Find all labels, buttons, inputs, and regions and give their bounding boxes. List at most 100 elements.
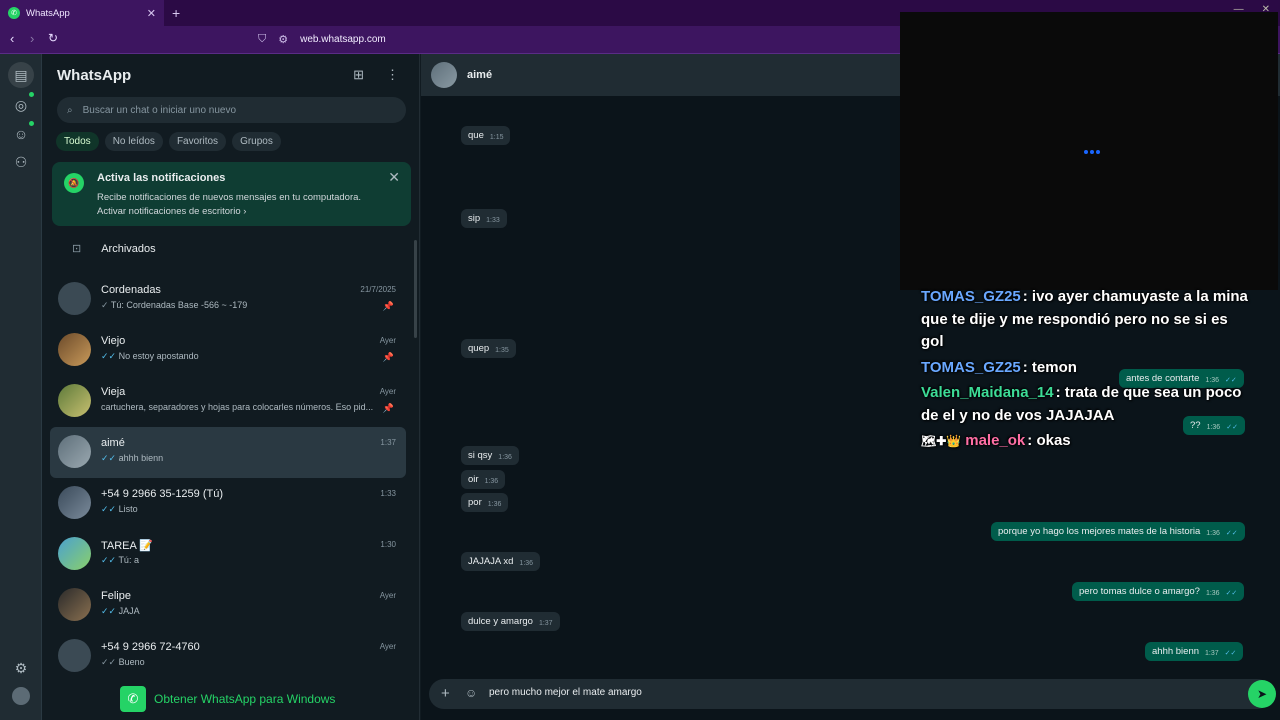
app-title: WhatsApp — [57, 67, 132, 84]
message-in[interactable]: dulce y amargo 1:37 — [461, 612, 560, 631]
contact-name: aimé — [467, 69, 493, 81]
filter-no-leidos[interactable]: No leídos — [104, 132, 163, 151]
avatar — [58, 435, 91, 468]
send-icon: ➤ — [1256, 687, 1268, 701]
attach-icon[interactable]: + — [441, 685, 450, 702]
back-icon[interactable]: ‹ — [10, 31, 14, 46]
forward-icon[interactable]: › — [30, 31, 34, 46]
chat-time: 21/7/2025 — [360, 285, 396, 294]
close-tab-icon[interactable]: ✕ — [147, 7, 156, 20]
chat-preview: ✓✓ ahhh bienn — [101, 453, 164, 463]
contact-avatar[interactable] — [431, 62, 457, 88]
chat-preview: ✓✓ No estoy apostando — [101, 351, 199, 361]
chat-row-self[interactable]: +54 9 2966 35-1259 (Tú) ✓✓ Listo 1:33 — [50, 478, 406, 529]
message-out[interactable]: ahhh bienn 1:37 ✓✓ — [1145, 642, 1244, 661]
enable-notifications-link[interactable]: Activar notificaciones de escritorio › — [97, 206, 246, 217]
chat-row-viejo[interactable]: Viejo ✓✓ No estoy apostando Ayer 📌 — [50, 325, 406, 376]
message-out[interactable]: pero tomas dulce o amargo? 1:36 ✓✓ — [1072, 582, 1245, 601]
chat-row-tarea[interactable]: TAREA 📝 ✓✓ Tú: a 1:30 — [50, 529, 406, 580]
notification-banner: 🔕 Activa las notificaciones Recibe notif… — [52, 162, 411, 226]
whatsapp-logo-icon: ✆ — [8, 7, 20, 19]
search-input[interactable] — [82, 104, 363, 116]
message-in[interactable]: sip 1:33 — [461, 209, 507, 228]
bell-off-icon: 🔕 — [64, 173, 84, 193]
avatar — [58, 486, 91, 519]
browser-tab-whatsapp[interactable]: ✆ WhatsApp ✕ — [0, 0, 164, 26]
message-in[interactable]: oir 1:36 — [461, 470, 506, 489]
chat-sidebar: WhatsApp ⊞ ⋮ ⌕ Todos No leídos Favoritos… — [42, 54, 420, 720]
notification-title: Activa las notificaciones — [97, 172, 226, 184]
chat-name: Viejo — [101, 335, 126, 347]
pin-icon: 📌 — [382, 301, 394, 311]
new-tab-icon[interactable]: + — [172, 5, 180, 21]
message-input[interactable]: pero mucho mejor el mate amargo — [489, 687, 642, 698]
chat-preview: cartuchera, separadores y hojas para col… — [101, 402, 374, 412]
filter-grupos[interactable]: Grupos — [232, 132, 281, 151]
read-ticks-icon: ✓✓ — [1224, 650, 1237, 657]
message-composer: + ☺ pero mucho mejor el mate amargo ➤ — [421, 674, 1280, 714]
chat-time: 1:30 — [380, 540, 396, 549]
chat-time: Ayer — [379, 387, 396, 396]
filter-todos[interactable]: Todos — [56, 132, 99, 151]
avatar — [58, 384, 91, 417]
chat-time: 1:37 — [380, 438, 396, 447]
chat-row-contact[interactable]: +54 9 2966 72-4760 ✓✓ Bueno Ayer — [50, 631, 406, 682]
default-avatar — [58, 639, 91, 672]
search-icon: ⌕ — [67, 104, 73, 116]
message-in[interactable]: JAJAJA xd 1:36 — [461, 552, 541, 571]
stream-chat-user: Valen_Maidana_14 — [921, 384, 1054, 401]
avatar — [58, 588, 91, 621]
message-out[interactable]: porque yo hago los mejores mates de la h… — [991, 522, 1245, 541]
avatar — [58, 333, 91, 366]
chat-row-vieja[interactable]: Vieja cartuchera, separadores y hojas pa… — [50, 376, 406, 427]
pin-icon: 📌 — [382, 403, 394, 413]
nav-rail: ▤ ◎ ☺ ⚇ ⚙ — [0, 54, 42, 720]
get-whatsapp-windows[interactable]: ✆ Obtener WhatsApp para Windows — [120, 686, 335, 712]
new-chat-icon[interactable]: ⊞ — [353, 67, 364, 83]
menu-icon[interactable]: ⋮ — [386, 67, 399, 83]
get-app-label: Obtener WhatsApp para Windows — [154, 692, 336, 706]
enable-notifications-label: Activar notificaciones de escritorio — [97, 206, 241, 217]
reload-icon[interactable]: ↻ — [48, 31, 58, 45]
message-in[interactable]: si qsy 1:36 — [461, 446, 519, 465]
avatar — [58, 537, 91, 570]
chat-time: Ayer — [379, 591, 396, 600]
communities-icon[interactable]: ⚇ — [11, 152, 31, 172]
channels-icon[interactable]: ☺ — [11, 124, 31, 144]
settings-icon[interactable]: ⚙ — [11, 658, 31, 678]
stream-chat-user: TOMAS_GZ25 — [921, 288, 1021, 305]
chat-name: Felipe — [101, 590, 131, 602]
archived-row[interactable]: ⊡ Archivados — [72, 242, 156, 256]
profile-avatar[interactable] — [12, 687, 30, 705]
channels-unread-dot — [29, 121, 34, 126]
chat-row-cordenadas[interactable]: Cordenadas ✓ Tú: Cordenadas Base -566 ~ … — [50, 274, 406, 325]
filter-favoritos[interactable]: Favoritos — [168, 132, 227, 151]
stream-chat-line: TOMAS_GZ25: ivo ayer chamuyaste a la min… — [921, 288, 1248, 350]
chat-row-felipe[interactable]: Felipe ✓✓ JAJA Ayer — [50, 580, 406, 631]
chat-badges-icon: 🗺✚👑 — [921, 434, 962, 448]
emoji-icon[interactable]: ☺ — [465, 686, 477, 700]
filter-chips: Todos No leídos Favoritos Grupos — [56, 132, 281, 151]
stream-chat-user: male_ok — [965, 432, 1026, 449]
message-in[interactable]: por 1:36 — [461, 493, 509, 512]
url-text: web.whatsapp.com — [300, 34, 386, 45]
chat-time: Ayer — [379, 642, 396, 651]
chat-name: aimé — [101, 437, 125, 449]
composer-box: + ☺ pero mucho mejor el mate amargo ➤ — [429, 679, 1276, 709]
message-in[interactable]: que 1:15 — [461, 126, 511, 145]
sidebar-scrollbar[interactable] — [414, 240, 417, 338]
group-avatar — [58, 282, 91, 315]
chat-preview: ✓✓ Tú: a — [101, 555, 139, 565]
message-in[interactable]: quep 1:35 — [461, 339, 516, 358]
status-icon[interactable]: ◎ — [11, 95, 31, 115]
chat-row-aime[interactable]: aimé ✓✓ ahhh bienn 1:37 — [50, 427, 406, 478]
send-button[interactable]: ➤ — [1248, 680, 1276, 708]
chats-icon[interactable]: ▤ — [8, 62, 34, 88]
address-bar[interactable]: ⛉ ⚙ web.whatsapp.com — [258, 33, 386, 46]
bookmark-icon[interactable]: ⛉ — [258, 33, 266, 46]
chat-name: Cordenadas — [101, 284, 161, 296]
archive-icon: ⊡ — [72, 243, 82, 255]
site-info-icon[interactable]: ⚙ — [278, 33, 288, 46]
search-bar[interactable]: ⌕ — [57, 97, 406, 123]
close-icon[interactable]: ✕ — [388, 169, 400, 186]
